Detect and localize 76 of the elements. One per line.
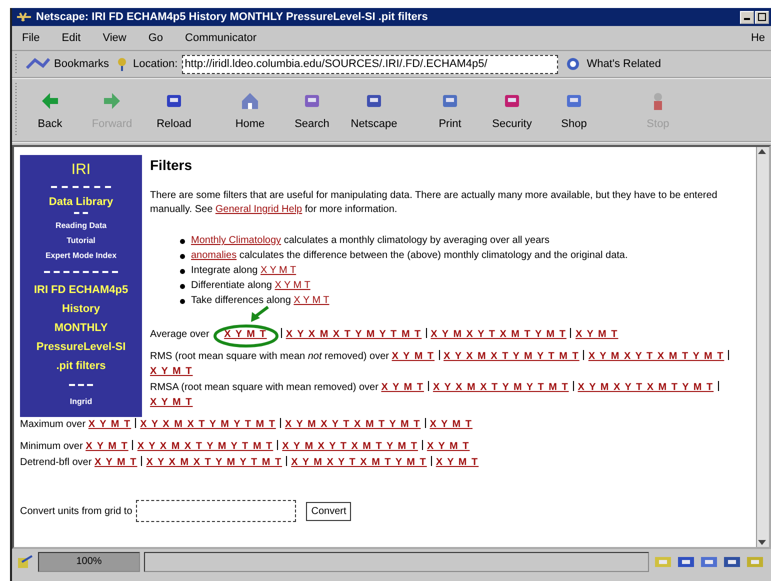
url-field[interactable]: http://iridl.ldeo.columbia.edu/SOURCES/.IRI/.FD/.ECHAM4p5/: [182, 54, 558, 74]
sidebar-link[interactable]: IRI FD ECHAM4p5: [34, 281, 128, 300]
toolbar-button[interactable]: Print: [419, 90, 481, 130]
filter-line: Average over X Y M T X Y X M X T Y M Y T M T X Y M X Y T X M T Y M T X Y M T: [150, 327, 750, 342]
filter-list-item: Differentiate along X Y M T: [191, 280, 310, 292]
dimension-link[interactable]: X Y X M X T Y M Y T M T: [286, 329, 422, 340]
toolbar-button[interactable]: Search: [281, 90, 343, 130]
dimension-link[interactable]: X Y X M X T Y M Y T M T: [137, 441, 274, 452]
dimension-link[interactable]: X Y M X Y T X M T Y M T: [284, 419, 421, 430]
toolbar-button[interactable]: Netscape: [343, 90, 405, 130]
sidebar-link[interactable]: MONTHLY: [54, 319, 108, 338]
dimension-link[interactable]: X Y M T: [575, 329, 618, 340]
dimension-link[interactable]: X Y M T: [426, 441, 470, 452]
filter-list-item: anomalies calculates the difference between the (above) monthly climatology and the original data.: [191, 250, 628, 262]
menu-item[interactable]: File: [22, 32, 40, 44]
dimension-link[interactable]: X Y X M X T Y M Y T M T: [432, 382, 569, 393]
whats-related-button[interactable]: What's Related: [562, 56, 663, 72]
sidebar-link[interactable]: Tutorial: [66, 233, 96, 248]
dimension-link[interactable]: X Y X M X T Y M Y T M T: [146, 457, 282, 468]
convert-button[interactable]: Convert: [306, 502, 352, 520]
sidebar-link[interactable]: Ingrid: [70, 394, 92, 409]
dimension-link[interactable]: X Y M T: [88, 419, 132, 430]
help-link[interactable]: General Ingrid Help: [215, 204, 302, 215]
filter-list-item: Integrate along X Y M T: [191, 265, 296, 277]
convert-label: Convert units from grid to: [20, 506, 132, 516]
toolbar-button[interactable]: Reload: [143, 90, 205, 130]
location-label: Location:: [133, 58, 178, 70]
sidebar-link[interactable]: .pit filters: [56, 357, 106, 376]
dimension-link[interactable]: X Y M T: [430, 419, 473, 430]
menu-item[interactable]: He: [750, 32, 765, 44]
toolbar-button[interactable]: Back: [19, 90, 81, 130]
menu-item[interactable]: Go: [148, 32, 164, 44]
dimension-link[interactable]: X Y M T: [381, 382, 424, 393]
sidebar-link[interactable]: History: [62, 300, 100, 319]
dimension-link[interactable]: X Y M X Y T X M T Y M T: [291, 457, 427, 468]
dimension-link[interactable]: X Y M T: [392, 351, 435, 362]
dimension-link[interactable]: X Y M T: [150, 397, 193, 408]
sidebar-link[interactable]: PressureLevel-SI: [36, 338, 126, 357]
dimension-link[interactable]: X Y M X Y T X M T Y M T: [588, 351, 724, 362]
menu-item[interactable]: Communicator: [185, 32, 257, 44]
dimension-link[interactable]: X Y M X Y T X M T Y M T: [578, 382, 714, 393]
toolbar-button[interactable]: Home: [219, 90, 281, 130]
filter-link[interactable]: anomalies: [191, 250, 237, 261]
dimension-link[interactable]: X Y M T: [224, 329, 267, 340]
filter-link[interactable]: X Y M T: [294, 295, 330, 306]
filter-link[interactable]: Monthly Climatology: [191, 235, 282, 246]
dimension-link[interactable]: X Y M X Y T X M T Y M T: [282, 441, 418, 452]
window-title: Netscape: IRI FD ECHAM4p5 History MONTHLY PressureLevel-SI .pit filters: [36, 11, 429, 23]
dimension-link[interactable]: X Y X M X T Y M Y T M T: [140, 419, 276, 430]
progress-text: 100%: [75, 556, 103, 567]
sidebar-link[interactable]: Reading Data: [55, 218, 107, 233]
dimension-link[interactable]: X Y M T: [150, 366, 193, 377]
filter-line: RMSA (root mean square with mean removed) over X Y M T X Y X M X T Y M Y T M T X Y M X Y T X M T Y M T X Y M T: [150, 380, 750, 410]
dimension-link[interactable]: X Y M X Y T X M T Y M T: [430, 329, 566, 340]
filter-line: Minimum over X Y M T X Y X M X T Y M Y T M T X Y M X Y T X M T Y M T X Y M T: [20, 439, 471, 454]
filter-link[interactable]: X Y M T: [260, 265, 296, 276]
page-heading: Filters: [150, 157, 194, 173]
dimension-link[interactable]: X Y X M X T Y M Y T M T: [444, 351, 580, 362]
filter-list-item: Take differences along X Y M T: [191, 295, 330, 307]
sidebar-title[interactable]: IRI: [71, 161, 91, 178]
dimension-link[interactable]: X Y M T: [94, 457, 138, 468]
filter-line: RMS (root mean square with mean not removed) over X Y M T X Y X M X T Y M Y T M T X Y M X Y T X M T Y M T X Y M T: [150, 349, 750, 379]
sidebar-link[interactable]: Data Library: [48, 196, 114, 208]
filter-line: Detrend-bfl over X Y M T X Y X M X T Y M Y T M T X Y M X Y T X M T Y M T X Y M T: [20, 455, 480, 470]
menu-item[interactable]: Edit: [62, 32, 81, 44]
menu-item[interactable]: View: [102, 32, 126, 44]
intro-paragraph: There are some filters that are useful for manipulating data. There are actually many more available, but they have to be entered manually. See General Ingrid Help for more information.: [150, 189, 718, 217]
toolbar-button[interactable]: Security: [481, 90, 543, 130]
filter-list-item: Monthly Climatology calculates a monthly climatology by averaging over all years: [191, 235, 550, 247]
sidebar-link[interactable]: Expert Mode Index: [45, 248, 117, 263]
toolbar-button[interactable]: Shop: [543, 90, 605, 130]
filter-line: Maximum over X Y M T X Y X M X T Y M Y T M T X Y M X Y T X M T Y M T X Y M T: [20, 417, 474, 432]
filter-link[interactable]: X Y M T: [274, 280, 310, 291]
dimension-link[interactable]: X Y M T: [436, 457, 479, 468]
bookmarks-button[interactable]: Bookmarks: [23, 56, 112, 72]
dimension-link[interactable]: X Y M T: [86, 441, 128, 452]
